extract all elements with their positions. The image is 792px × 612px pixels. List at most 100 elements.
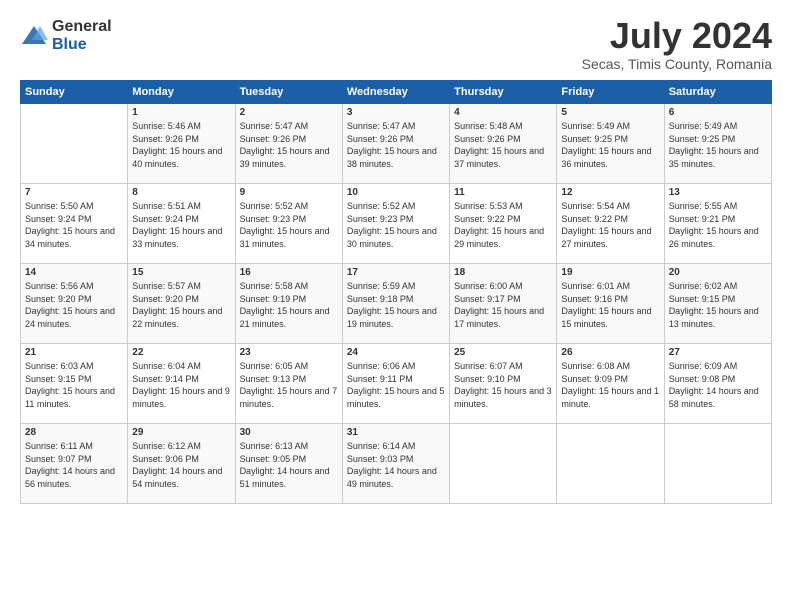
calendar-cell-w2-d5: 11 Sunrise: 5:53 AMSunset: 9:22 PMDaylig… bbox=[450, 184, 557, 264]
day-number: 20 bbox=[669, 267, 767, 278]
logo-icon bbox=[20, 22, 48, 50]
calendar-cell-w2-d6: 12 Sunrise: 5:54 AMSunset: 9:22 PMDaylig… bbox=[557, 184, 664, 264]
day-number: 5 bbox=[561, 107, 659, 118]
calendar-cell-w1-d4: 3 Sunrise: 5:47 AMSunset: 9:26 PMDayligh… bbox=[342, 104, 449, 184]
day-info: Sunrise: 5:56 AMSunset: 9:20 PMDaylight:… bbox=[25, 280, 123, 330]
calendar-week-row-4: 21 Sunrise: 6:03 AMSunset: 9:15 PMDaylig… bbox=[21, 344, 772, 424]
calendar-cell-w4-d3: 23 Sunrise: 6:05 AMSunset: 9:13 PMDaylig… bbox=[235, 344, 342, 424]
day-info: Sunrise: 5:48 AMSunset: 9:26 PMDaylight:… bbox=[454, 120, 552, 170]
day-info: Sunrise: 6:02 AMSunset: 9:15 PMDaylight:… bbox=[669, 280, 767, 330]
day-number: 16 bbox=[240, 267, 338, 278]
day-info: Sunrise: 6:03 AMSunset: 9:15 PMDaylight:… bbox=[25, 360, 123, 410]
calendar-cell-w2-d2: 8 Sunrise: 5:51 AMSunset: 9:24 PMDayligh… bbox=[128, 184, 235, 264]
col-tuesday: Tuesday bbox=[235, 81, 342, 104]
day-number: 4 bbox=[454, 107, 552, 118]
day-number: 18 bbox=[454, 267, 552, 278]
col-sunday: Sunday bbox=[21, 81, 128, 104]
calendar-cell-w5-d6 bbox=[557, 424, 664, 504]
calendar-cell-w5-d4: 31 Sunrise: 6:14 AMSunset: 9:03 PMDaylig… bbox=[342, 424, 449, 504]
day-info: Sunrise: 5:57 AMSunset: 9:20 PMDaylight:… bbox=[132, 280, 230, 330]
day-number: 6 bbox=[669, 107, 767, 118]
day-info: Sunrise: 5:52 AMSunset: 9:23 PMDaylight:… bbox=[347, 200, 445, 250]
day-number: 31 bbox=[347, 427, 445, 438]
day-info: Sunrise: 6:09 AMSunset: 9:08 PMDaylight:… bbox=[669, 360, 767, 410]
day-info: Sunrise: 6:13 AMSunset: 9:05 PMDaylight:… bbox=[240, 440, 338, 490]
day-number: 13 bbox=[669, 187, 767, 198]
day-info: Sunrise: 5:46 AMSunset: 9:26 PMDaylight:… bbox=[132, 120, 230, 170]
page: General Blue July 2024 Secas, Timis Coun… bbox=[0, 0, 792, 612]
day-info: Sunrise: 6:05 AMSunset: 9:13 PMDaylight:… bbox=[240, 360, 338, 410]
day-number: 28 bbox=[25, 427, 123, 438]
calendar-cell-w5-d3: 30 Sunrise: 6:13 AMSunset: 9:05 PMDaylig… bbox=[235, 424, 342, 504]
logo-general-text: General bbox=[52, 18, 112, 36]
day-info: Sunrise: 5:59 AMSunset: 9:18 PMDaylight:… bbox=[347, 280, 445, 330]
calendar-week-row-3: 14 Sunrise: 5:56 AMSunset: 9:20 PMDaylig… bbox=[21, 264, 772, 344]
calendar-cell-w3-d3: 16 Sunrise: 5:58 AMSunset: 9:19 PMDaylig… bbox=[235, 264, 342, 344]
day-info: Sunrise: 6:00 AMSunset: 9:17 PMDaylight:… bbox=[454, 280, 552, 330]
calendar-cell-w3-d2: 15 Sunrise: 5:57 AMSunset: 9:20 PMDaylig… bbox=[128, 264, 235, 344]
day-number: 27 bbox=[669, 347, 767, 358]
day-info: Sunrise: 6:12 AMSunset: 9:06 PMDaylight:… bbox=[132, 440, 230, 490]
col-wednesday: Wednesday bbox=[342, 81, 449, 104]
day-number: 24 bbox=[347, 347, 445, 358]
day-info: Sunrise: 5:49 AMSunset: 9:25 PMDaylight:… bbox=[669, 120, 767, 170]
day-info: Sunrise: 5:55 AMSunset: 9:21 PMDaylight:… bbox=[669, 200, 767, 250]
calendar-cell-w3-d1: 14 Sunrise: 5:56 AMSunset: 9:20 PMDaylig… bbox=[21, 264, 128, 344]
day-number: 10 bbox=[347, 187, 445, 198]
calendar-cell-w4-d7: 27 Sunrise: 6:09 AMSunset: 9:08 PMDaylig… bbox=[664, 344, 771, 424]
calendar-week-row-1: 1 Sunrise: 5:46 AMSunset: 9:26 PMDayligh… bbox=[21, 104, 772, 184]
day-info: Sunrise: 5:47 AMSunset: 9:26 PMDaylight:… bbox=[240, 120, 338, 170]
calendar-cell-w2-d1: 7 Sunrise: 5:50 AMSunset: 9:24 PMDayligh… bbox=[21, 184, 128, 264]
day-info: Sunrise: 6:11 AMSunset: 9:07 PMDaylight:… bbox=[25, 440, 123, 490]
calendar-week-row-5: 28 Sunrise: 6:11 AMSunset: 9:07 PMDaylig… bbox=[21, 424, 772, 504]
calendar-week-row-2: 7 Sunrise: 5:50 AMSunset: 9:24 PMDayligh… bbox=[21, 184, 772, 264]
day-number: 11 bbox=[454, 187, 552, 198]
logo: General Blue bbox=[20, 18, 112, 53]
day-info: Sunrise: 6:08 AMSunset: 9:09 PMDaylight:… bbox=[561, 360, 659, 410]
day-number: 8 bbox=[132, 187, 230, 198]
calendar-cell-w3-d4: 17 Sunrise: 5:59 AMSunset: 9:18 PMDaylig… bbox=[342, 264, 449, 344]
col-monday: Monday bbox=[128, 81, 235, 104]
day-info: Sunrise: 5:51 AMSunset: 9:24 PMDaylight:… bbox=[132, 200, 230, 250]
calendar-cell-w3-d6: 19 Sunrise: 6:01 AMSunset: 9:16 PMDaylig… bbox=[557, 264, 664, 344]
calendar-cell-w1-d7: 6 Sunrise: 5:49 AMSunset: 9:25 PMDayligh… bbox=[664, 104, 771, 184]
calendar-cell-w2-d4: 10 Sunrise: 5:52 AMSunset: 9:23 PMDaylig… bbox=[342, 184, 449, 264]
col-friday: Friday bbox=[557, 81, 664, 104]
day-number: 17 bbox=[347, 267, 445, 278]
day-info: Sunrise: 5:52 AMSunset: 9:23 PMDaylight:… bbox=[240, 200, 338, 250]
calendar-cell-w1-d6: 5 Sunrise: 5:49 AMSunset: 9:25 PMDayligh… bbox=[557, 104, 664, 184]
day-info: Sunrise: 5:53 AMSunset: 9:22 PMDaylight:… bbox=[454, 200, 552, 250]
day-number: 21 bbox=[25, 347, 123, 358]
calendar-cell-w5-d5 bbox=[450, 424, 557, 504]
day-info: Sunrise: 6:07 AMSunset: 9:10 PMDaylight:… bbox=[454, 360, 552, 410]
month-year-title: July 2024 bbox=[582, 18, 772, 54]
calendar-cell-w4-d5: 25 Sunrise: 6:07 AMSunset: 9:10 PMDaylig… bbox=[450, 344, 557, 424]
day-number: 19 bbox=[561, 267, 659, 278]
day-info: Sunrise: 6:14 AMSunset: 9:03 PMDaylight:… bbox=[347, 440, 445, 490]
day-number: 26 bbox=[561, 347, 659, 358]
calendar-cell-w5-d2: 29 Sunrise: 6:12 AMSunset: 9:06 PMDaylig… bbox=[128, 424, 235, 504]
day-info: Sunrise: 5:58 AMSunset: 9:19 PMDaylight:… bbox=[240, 280, 338, 330]
calendar-cell-w1-d2: 1 Sunrise: 5:46 AMSunset: 9:26 PMDayligh… bbox=[128, 104, 235, 184]
calendar-cell-w5-d7 bbox=[664, 424, 771, 504]
calendar-cell-w3-d5: 18 Sunrise: 6:00 AMSunset: 9:17 PMDaylig… bbox=[450, 264, 557, 344]
day-info: Sunrise: 6:04 AMSunset: 9:14 PMDaylight:… bbox=[132, 360, 230, 410]
day-number: 9 bbox=[240, 187, 338, 198]
day-number: 29 bbox=[132, 427, 230, 438]
calendar-cell-w1-d5: 4 Sunrise: 5:48 AMSunset: 9:26 PMDayligh… bbox=[450, 104, 557, 184]
calendar-cell-w2-d7: 13 Sunrise: 5:55 AMSunset: 9:21 PMDaylig… bbox=[664, 184, 771, 264]
calendar-cell-w4-d4: 24 Sunrise: 6:06 AMSunset: 9:11 PMDaylig… bbox=[342, 344, 449, 424]
calendar-cell-w4-d2: 22 Sunrise: 6:04 AMSunset: 9:14 PMDaylig… bbox=[128, 344, 235, 424]
day-number: 3 bbox=[347, 107, 445, 118]
calendar-cell-w4-d1: 21 Sunrise: 6:03 AMSunset: 9:15 PMDaylig… bbox=[21, 344, 128, 424]
calendar-cell-w2-d3: 9 Sunrise: 5:52 AMSunset: 9:23 PMDayligh… bbox=[235, 184, 342, 264]
col-thursday: Thursday bbox=[450, 81, 557, 104]
day-info: Sunrise: 6:01 AMSunset: 9:16 PMDaylight:… bbox=[561, 280, 659, 330]
calendar-cell-w4-d6: 26 Sunrise: 6:08 AMSunset: 9:09 PMDaylig… bbox=[557, 344, 664, 424]
day-number: 30 bbox=[240, 427, 338, 438]
day-number: 25 bbox=[454, 347, 552, 358]
logo-blue-text: Blue bbox=[52, 36, 112, 54]
day-number: 2 bbox=[240, 107, 338, 118]
title-block: July 2024 Secas, Timis County, Romania bbox=[582, 18, 772, 72]
col-saturday: Saturday bbox=[664, 81, 771, 104]
